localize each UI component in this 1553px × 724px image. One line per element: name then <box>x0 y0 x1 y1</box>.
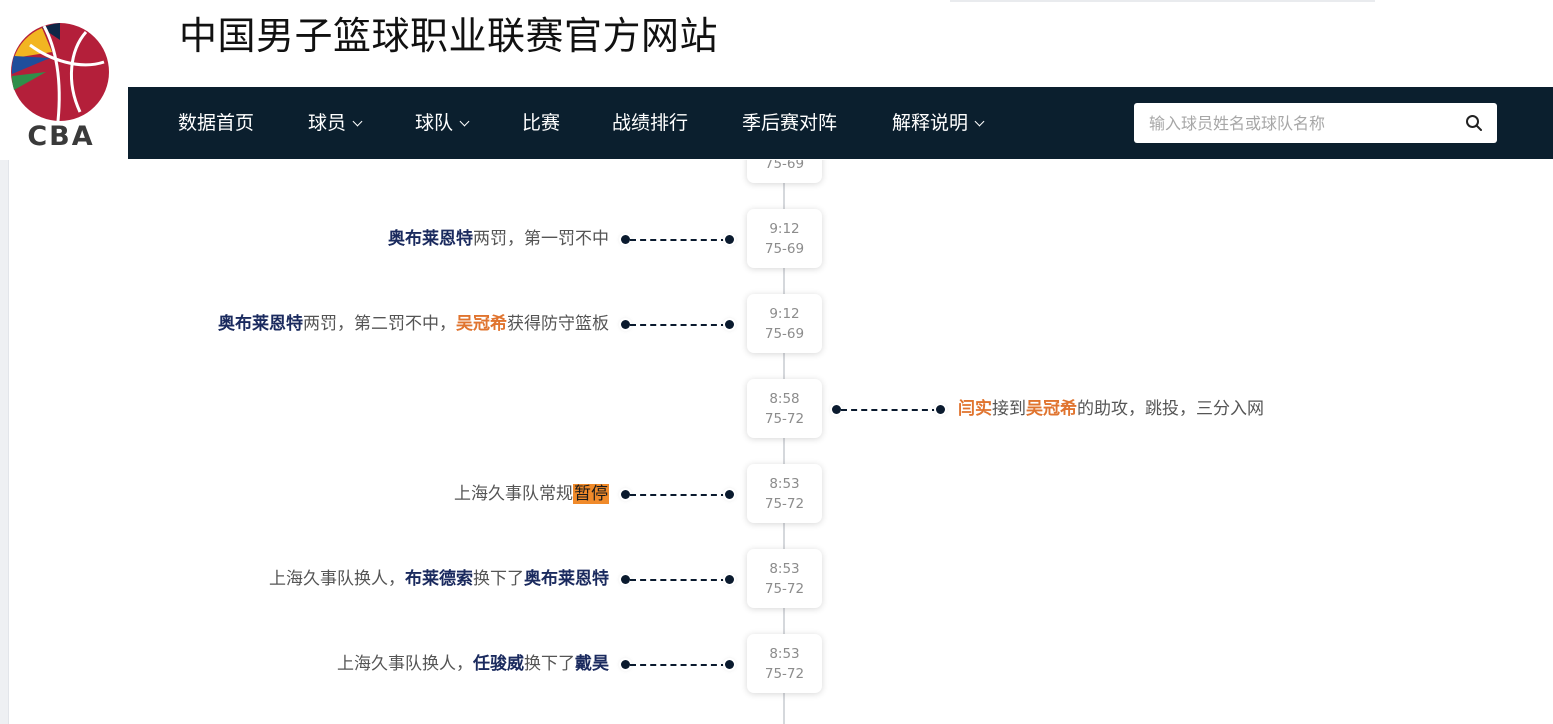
event-text: 上海久事队换人， <box>337 654 473 674</box>
event-score: 75-72 <box>764 496 805 512</box>
search-icon[interactable] <box>1465 114 1483 132</box>
nav-item-teams[interactable]: 球队 <box>415 87 470 159</box>
event-time: 9:12 <box>769 221 800 237</box>
event-time: 8:53 <box>769 561 800 577</box>
player-link[interactable]: 奥布莱恩特 <box>388 229 473 249</box>
chevron-down-icon <box>352 116 363 127</box>
event-score: 75-72 <box>764 581 805 597</box>
event-score: 75-72 <box>764 411 805 427</box>
event-score: 75-69 <box>764 241 805 257</box>
event-text: 的助攻，跳投，三分入网 <box>1077 399 1264 419</box>
event-description: 上海久事队换人，布莱德索换下了奥布莱恩特 <box>269 567 609 591</box>
event-connector <box>621 318 736 330</box>
player-link[interactable]: 任骏威 <box>473 654 524 674</box>
event-connector <box>621 658 736 670</box>
nav-item-glossary[interactable]: 解释说明 <box>892 87 985 159</box>
site-title: 中国男子篮球职业联赛官方网站 <box>179 14 719 58</box>
nav-item-games[interactable]: 比赛 <box>522 87 560 159</box>
event-text: 接到 <box>992 399 1026 419</box>
player-link[interactable]: 戴昊 <box>575 654 609 674</box>
event-time-box: 8:53 75-72 <box>747 634 822 693</box>
site-header: CBA 中国男子篮球职业联赛官方网站 数据首页 球员 球队 比赛 战绩排行 季后… <box>0 0 1553 160</box>
cba-logo-icon: CBA <box>11 23 109 152</box>
main-navbar: 数据首页 球员 球队 比赛 战绩排行 季后赛对阵 解释说明 <box>128 87 1553 159</box>
event-connector <box>621 573 736 585</box>
event-text: 两罚，第二罚不中， <box>303 314 456 334</box>
event-text: 获得防守篮板 <box>507 314 609 334</box>
event-description: 闫实接到吴冠希的助攻，跳投，三分入网 <box>958 397 1264 421</box>
event-text: 两罚，第一罚不中 <box>473 229 609 249</box>
timeline-event: 9:12 75-69 奥布莱恩特两罚，第二罚不中，吴冠希获得防守篮板 <box>0 294 1553 354</box>
event-time: 8:53 <box>769 476 800 492</box>
event-time-box: 9:12 75-69 <box>747 209 822 268</box>
timeline-event: 9:12 75-69 奥布莱恩特两罚，第一罚不中 <box>0 209 1553 269</box>
event-connector <box>621 488 736 500</box>
event-description: 奥布莱恩特两罚，第一罚不中 <box>388 227 609 251</box>
event-text: 换下了 <box>473 569 524 589</box>
event-text: 换下了 <box>524 654 575 674</box>
player-link[interactable]: 奥布莱恩特 <box>218 314 303 334</box>
highlight-text: 暂停 <box>573 484 609 504</box>
player-link[interactable]: 奥布莱恩特 <box>524 569 609 589</box>
player-link[interactable]: 布莱德索 <box>405 569 473 589</box>
event-time: 8:58 <box>769 391 800 407</box>
player-link[interactable]: 吴冠希 <box>1026 399 1077 419</box>
chevron-down-icon <box>459 116 470 127</box>
event-time-box: 8:58 75-72 <box>747 379 822 438</box>
player-link[interactable]: 吴冠希 <box>456 314 507 334</box>
event-score: 75-72 <box>764 666 805 682</box>
nav-item-home[interactable]: 数据首页 <box>178 87 254 159</box>
top-divider <box>950 0 1375 2</box>
nav-item-players[interactable]: 球员 <box>308 87 363 159</box>
event-connector <box>832 403 947 415</box>
event-time: 8:53 <box>769 646 800 662</box>
player-link[interactable]: 闫实 <box>958 399 992 419</box>
event-text: 上海久事队换人， <box>269 569 405 589</box>
timeline-event: 8:53 75-72 上海久事队常规暂停 <box>0 464 1553 524</box>
event-score: 75-69 <box>764 326 805 342</box>
chevron-down-icon <box>974 116 985 127</box>
search-input[interactable] <box>1134 103 1454 143</box>
event-connector <box>621 233 736 245</box>
cba-logo[interactable]: CBA <box>0 0 128 160</box>
timeline-event: 8:53 75-72 上海久事队换人，任骏威换下了戴昊 <box>0 634 1553 694</box>
event-description: 奥布莱恩特两罚，第二罚不中，吴冠希获得防守篮板 <box>218 312 609 336</box>
event-time-box: 8:53 75-72 <box>747 549 822 608</box>
timeline-event: 8:53 75-72 上海久事队换人，布莱德索换下了奥布莱恩特 <box>0 549 1553 609</box>
event-time-box: 9:12 75-69 <box>747 294 822 353</box>
event-description: 上海久事队换人，任骏威换下了戴昊 <box>337 652 609 676</box>
nav-item-standings[interactable]: 战绩排行 <box>612 87 688 159</box>
event-time-box: 8:53 75-72 <box>747 464 822 523</box>
event-text: 上海久事队常规 <box>454 484 573 504</box>
logo-text: CBA <box>27 121 94 152</box>
search-box <box>1134 103 1497 143</box>
event-description: 上海久事队常规暂停 <box>454 482 609 506</box>
event-time: 9:12 <box>769 306 800 322</box>
nav-item-playoffs[interactable]: 季后赛对阵 <box>742 87 837 159</box>
timeline-event: 8:58 75-72 闫实接到吴冠希的助攻，跳投，三分入网 <box>0 379 1553 439</box>
